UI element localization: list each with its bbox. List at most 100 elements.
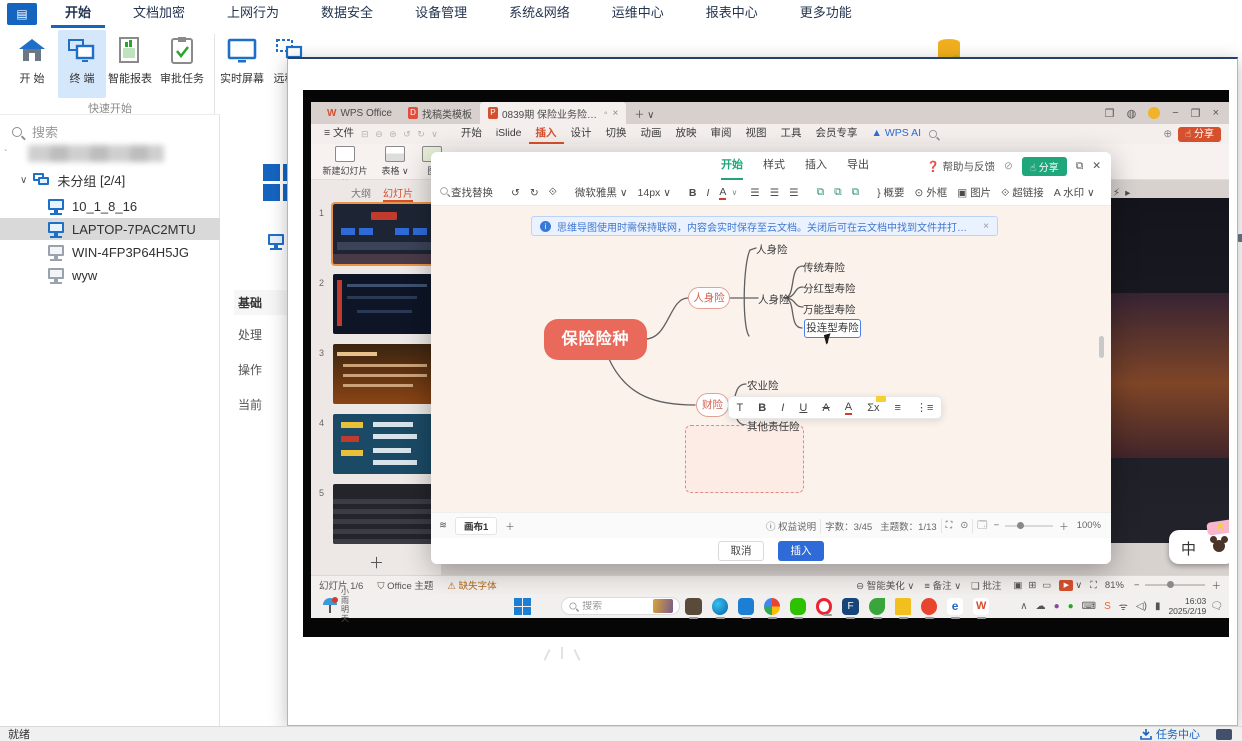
- sogou-tray-icon[interactable]: S: [1104, 601, 1111, 612]
- wps-menu-item[interactable]: 视图: [739, 124, 774, 144]
- wps-ai-button[interactable]: ▲ WPS AI: [865, 124, 929, 144]
- dialog-tab-export[interactable]: 导出: [847, 152, 869, 180]
- canvas-tab[interactable]: 画布1: [454, 516, 498, 535]
- add-slide-button[interactable]: ＋: [369, 552, 384, 573]
- wps-doc-tab[interactable]: D 找稿类模板: [400, 102, 480, 124]
- notification-icon[interactable]: 🗨: [1210, 601, 1223, 612]
- flash-icon[interactable]: ⚡: [1113, 187, 1120, 199]
- close-icon[interactable]: ×: [1213, 107, 1219, 119]
- device-row[interactable]: 10_1_8_16: [0, 195, 220, 217]
- green-tray-icon[interactable]: ●: [1068, 601, 1074, 612]
- redo-icon[interactable]: ↻: [530, 187, 539, 199]
- hyperlink-button[interactable]: ⟐ 超链接: [1001, 185, 1044, 200]
- wps-share-button[interactable]: ☝ 分享: [1178, 126, 1221, 142]
- upload-circle-icon[interactable]: ⊕: [1163, 128, 1172, 140]
- purple-tray-icon[interactable]: ●: [1054, 601, 1060, 612]
- start-button-win[interactable]: [514, 597, 551, 615]
- find-replace-button[interactable]: 查找替换: [439, 185, 493, 200]
- globe-icon[interactable]: ◍: [1127, 107, 1137, 120]
- mindmap-group-frame[interactable]: [685, 425, 804, 493]
- device-row[interactable]: WIN-4FP3P64H5JG: [0, 241, 220, 263]
- frame-button[interactable]: ⊙ 外框: [915, 185, 948, 200]
- mindmap-label[interactable]: 人身险: [756, 242, 788, 257]
- mindmap-canvas[interactable]: i 思维导图使用时需保持联网，内容会实时保存至云文档。关闭后可在云文档中找到文件…: [431, 206, 1111, 512]
- dialog-tab-start[interactable]: 开始: [721, 152, 743, 180]
- insert-topic-icon[interactable]: ⧉: [817, 186, 825, 199]
- wps-menu-item[interactable]: 审阅: [704, 124, 739, 144]
- rights-link[interactable]: ⓘ 权益说明: [766, 519, 816, 533]
- history-icon[interactable]: ⊘: [1004, 160, 1013, 172]
- text-icon[interactable]: T: [737, 402, 744, 414]
- minimize-icon[interactable]: −: [1172, 107, 1178, 119]
- close-tab-icon[interactable]: ×: [613, 108, 619, 119]
- taskbar-search[interactable]: [561, 597, 681, 615]
- slides-tab[interactable]: 幻灯片: [383, 185, 413, 202]
- mini-window-icon[interactable]: [1216, 728, 1232, 740]
- restore-icon[interactable]: ❐: [1191, 107, 1201, 120]
- device-row-selected[interactable]: LAPTOP-7PAC2MTU: [0, 218, 220, 240]
- dialog-tab-insert[interactable]: 插入: [805, 152, 827, 180]
- insert-button[interactable]: 插入: [778, 541, 824, 561]
- help-feedback-link[interactable]: ❓ 帮助与反馈: [927, 159, 996, 174]
- align-center-icon[interactable]: ☰: [770, 187, 779, 199]
- insert-subtopic-icon[interactable]: ⧉: [834, 186, 842, 199]
- lang-tray-icon[interactable]: ⌨: [1082, 601, 1096, 612]
- layout-icon[interactable]: ❐: [1105, 107, 1115, 120]
- mindmap-leaf[interactable]: 其他责任险: [747, 419, 800, 434]
- zoom-slider[interactable]: [1005, 521, 1054, 529]
- zoom-in-icon[interactable]: ＋: [1211, 578, 1221, 592]
- font-family-select[interactable]: 微软雅黑 ∨: [575, 185, 628, 200]
- normal-view-icon[interactable]: ▣: [1013, 580, 1022, 591]
- zoom-out-icon[interactable]: −: [1134, 580, 1140, 591]
- quick-save-icons[interactable]: ⊟ ⊖ ⊜ ↺ ↻ ∨: [361, 129, 440, 140]
- slideshow-button[interactable]: ▶: [1059, 579, 1074, 591]
- mindmap-leaf[interactable]: 万能型寿险: [803, 302, 856, 317]
- menu-web-behavior[interactable]: 上网行为: [213, 0, 293, 28]
- wechat-icon[interactable]: [789, 597, 807, 619]
- summary-button[interactable]: } 概要: [877, 185, 904, 200]
- bold-icon[interactable]: B: [689, 187, 697, 199]
- notes-button[interactable]: ≡ 备注 ∨: [924, 578, 961, 592]
- approval-task-button[interactable]: 审批任务: [158, 30, 206, 98]
- mindmap-label[interactable]: 人身险: [758, 292, 790, 307]
- zoom-out-icon[interactable]: −: [994, 520, 1000, 531]
- mindmap-selected-leaf[interactable]: 投连型寿险: [804, 319, 861, 338]
- reading-view-icon[interactable]: ▭: [1042, 580, 1051, 591]
- mindmap-branch-node[interactable]: 财险: [696, 393, 729, 417]
- watermark-button[interactable]: A 水印 ∨: [1054, 185, 1095, 200]
- dialog-close-icon[interactable]: ✕: [1092, 160, 1101, 172]
- tree-root-expander[interactable]: `: [4, 149, 7, 160]
- menu-ops-center[interactable]: 运维中心: [598, 0, 678, 28]
- underline-icon[interactable]: U: [799, 402, 807, 414]
- bullet-list-icon[interactable]: ≡: [895, 402, 901, 414]
- wps-file-menu[interactable]: ≡ 文件: [317, 124, 361, 144]
- chrome-icon[interactable]: [763, 597, 780, 619]
- locate-icon[interactable]: ⊙: [960, 520, 968, 531]
- wps-menu-item[interactable]: 会员专享: [809, 124, 865, 144]
- outline-tab[interactable]: 大纲: [351, 185, 371, 202]
- dialog-tab-style[interactable]: 样式: [763, 152, 785, 180]
- app-logo-icon[interactable]: ▤: [7, 3, 37, 25]
- pop-out-icon[interactable]: ⧉: [1076, 160, 1084, 173]
- mindmap-leaf[interactable]: 农业险: [747, 378, 779, 393]
- slide-thumbnail-5[interactable]: [333, 484, 437, 544]
- wps-menu-item[interactable]: 放映: [669, 124, 704, 144]
- insert-sibling-icon[interactable]: ⧉: [852, 186, 860, 199]
- wps-home-tab[interactable]: W WPS Office: [319, 102, 400, 124]
- zoom-value[interactable]: 81%: [1105, 580, 1124, 591]
- zoom-in-icon[interactable]: ＋: [1059, 519, 1069, 533]
- avatar[interactable]: [1148, 107, 1161, 119]
- edge-icon[interactable]: [711, 597, 728, 619]
- start-button[interactable]: 开 始: [8, 30, 56, 98]
- menu-system-network[interactable]: 系统&网络: [495, 0, 584, 28]
- menu-more[interactable]: 更多功能: [786, 0, 866, 28]
- battery-icon[interactable]: ▮: [1155, 601, 1161, 612]
- menu-data-security[interactable]: 数据安全: [307, 0, 387, 28]
- align-right-icon[interactable]: ☰: [789, 187, 798, 199]
- insert-image-button[interactable]: ▣ 图片: [957, 185, 991, 200]
- tray-expand-icon[interactable]: ∧: [1020, 601, 1027, 612]
- add-canvas-button[interactable]: ＋: [505, 519, 515, 533]
- store-icon[interactable]: [737, 597, 754, 619]
- wps-menu-item[interactable]: 工具: [774, 124, 809, 144]
- beautify-button[interactable]: ⊖ 智能美化 ∨: [856, 578, 914, 592]
